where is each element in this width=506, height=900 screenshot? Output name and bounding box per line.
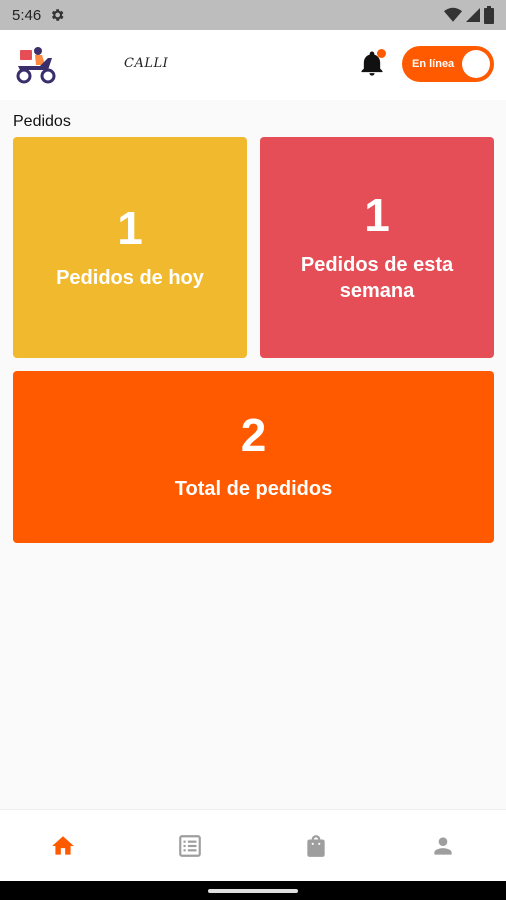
- status-time: 5:46: [12, 6, 42, 24]
- bottom-nav: [0, 809, 506, 881]
- battery-icon: [484, 6, 494, 24]
- total-orders-card[interactable]: 2 Total de pedidos: [13, 371, 494, 543]
- nav-shop[interactable]: [253, 810, 380, 881]
- scooter-delivery-icon: [16, 47, 56, 84]
- gear-icon: [52, 9, 64, 21]
- week-orders-label: Pedidos de esta semana: [300, 253, 454, 302]
- total-orders-label: Total de pedidos: [174, 478, 333, 500]
- system-gesture-bar: [0, 881, 506, 900]
- section-title: Pedidos: [13, 113, 71, 130]
- app-logo-text: CALLI: [124, 56, 169, 71]
- nav-orders-list[interactable]: [127, 810, 254, 881]
- week-orders-count: 1: [364, 188, 390, 241]
- status-icons: [444, 6, 494, 24]
- status-bar: 5:46: [0, 0, 506, 30]
- person-icon: [434, 836, 452, 855]
- online-toggle-label: En línea: [412, 58, 455, 70]
- online-toggle[interactable]: En línea: [402, 46, 494, 82]
- week-orders-card[interactable]: 1 Pedidos de esta semana: [260, 137, 494, 358]
- notification-badge: [377, 49, 386, 58]
- today-orders-label: Pedidos de hoy: [56, 266, 204, 289]
- shopping-bag-icon: [307, 834, 325, 857]
- today-orders-count: 1: [117, 201, 143, 254]
- app-bar: CALLI En línea: [0, 30, 506, 100]
- nav-profile[interactable]: [380, 810, 506, 881]
- gesture-handle[interactable]: [208, 889, 298, 893]
- nav-home[interactable]: [0, 810, 127, 881]
- home-icon: [52, 835, 75, 855]
- today-orders-card[interactable]: 1 Pedidos de hoy: [13, 137, 247, 358]
- toggle-knob: [462, 50, 490, 78]
- list-icon: [178, 834, 201, 857]
- signal-icon: [466, 8, 480, 22]
- total-orders-count: 2: [240, 409, 267, 461]
- wifi-icon: [444, 7, 462, 22]
